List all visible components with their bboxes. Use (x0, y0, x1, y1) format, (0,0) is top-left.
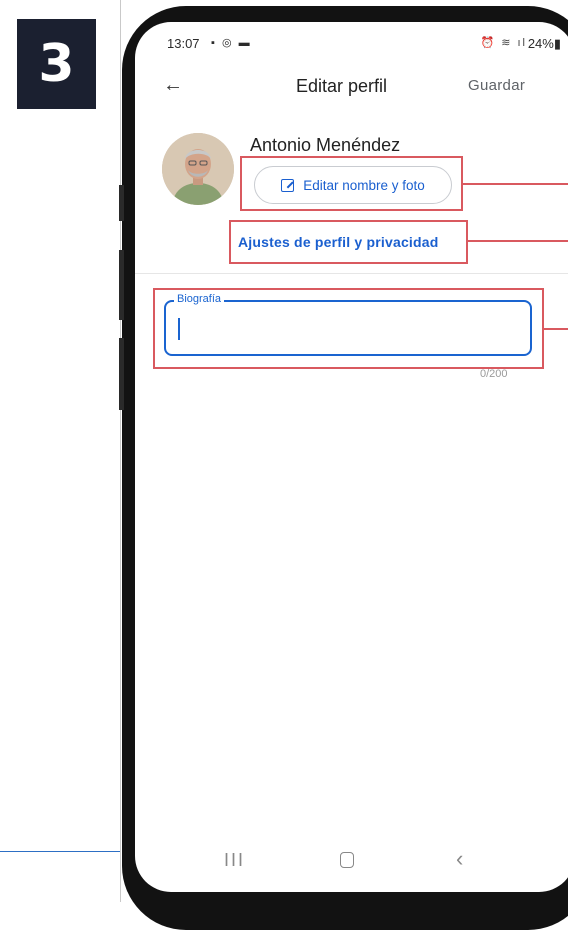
phone-screen: 13:07 ▪ ◎ ▬ ⏰ ≋ ıl 24%▮ ← Editar perfil … (135, 22, 568, 892)
callout-line (463, 183, 568, 185)
divider-horizontal (0, 851, 120, 852)
highlight-box-edit-button (240, 156, 463, 211)
home-button[interactable] (340, 852, 354, 868)
status-time: 13:07 (167, 36, 200, 51)
save-button[interactable]: Guardar (468, 77, 525, 94)
callout-line (544, 328, 568, 330)
notification-icons: ▪ ◎ ▬ (211, 37, 252, 49)
highlight-box-bio-field (153, 288, 544, 369)
recents-button[interactable]: III (224, 850, 245, 871)
phone-side-button (119, 185, 124, 221)
section-divider (135, 273, 568, 274)
avatar[interactable] (162, 133, 234, 205)
page-title: Editar perfil (296, 76, 388, 96)
step-number-badge: 3 (17, 19, 96, 109)
profile-name: Antonio Menéndez (250, 135, 401, 155)
highlight-box-settings-link (229, 220, 468, 264)
back-button[interactable]: ‹ (456, 846, 463, 872)
phone-side-button (119, 338, 124, 410)
callout-line (468, 240, 568, 242)
system-icons: ⏰ ≋ ıl (480, 37, 527, 49)
bio-char-counter: 0/200 (480, 368, 508, 380)
status-bar: 13:07 ▪ ◎ ▬ ⏰ ≋ ıl 24%▮ (167, 36, 568, 56)
phone-side-button (119, 250, 124, 320)
app-bar: ← Editar perfil Guardar (135, 72, 568, 102)
arrow-left-icon[interactable]: ← (163, 74, 183, 97)
divider-vertical (120, 0, 121, 902)
person-photo-icon (162, 133, 234, 205)
battery-level: 24%▮ (527, 36, 561, 51)
navigation-bar: III ‹ (135, 836, 568, 892)
